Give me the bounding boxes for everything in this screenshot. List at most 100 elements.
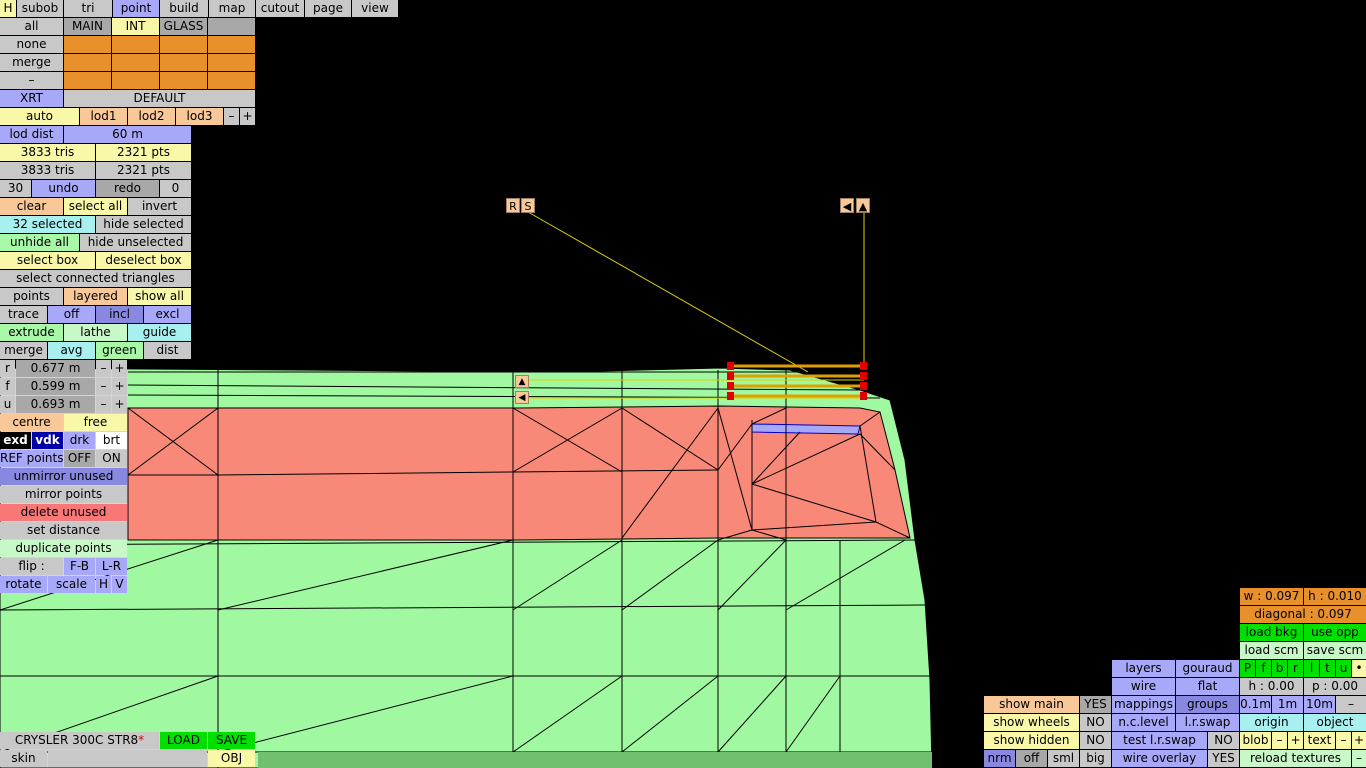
wire-overlay-button[interactable]: wire overlay	[1112, 750, 1207, 767]
merge-avg[interactable]: avg	[48, 342, 95, 359]
group-main[interactable]: MAIN	[64, 18, 111, 35]
lod1-button[interactable]: lod1	[80, 108, 127, 125]
unhide-all-button[interactable]: unhide all	[0, 234, 79, 251]
group-cell[interactable]	[64, 36, 111, 53]
lod-plus[interactable]: +	[240, 108, 255, 125]
nrm-button[interactable]: nrm	[984, 750, 1015, 767]
sml-button[interactable]: sml	[1048, 750, 1079, 767]
merge-green[interactable]: green	[96, 342, 143, 359]
view-r-button[interactable]: r	[1288, 660, 1303, 677]
load-scm-button[interactable]: load scm	[1240, 642, 1303, 659]
trace-excl[interactable]: excl	[144, 306, 191, 323]
wire-button[interactable]: wire	[1112, 678, 1175, 695]
move-left-handle[interactable]: ◀	[840, 198, 854, 213]
object-button[interactable]: object	[1304, 714, 1366, 731]
r-plus[interactable]: +	[112, 360, 127, 377]
blob-button[interactable]: blob	[1240, 732, 1271, 749]
group-cell[interactable]	[112, 54, 159, 71]
show-wheels-label[interactable]: show wheels	[984, 714, 1079, 731]
lod-dist-label[interactable]: lod dist	[0, 126, 63, 143]
flat-button[interactable]: flat	[1176, 678, 1239, 695]
group-cell[interactable]	[208, 72, 255, 89]
flip-lr[interactable]: L-R	[96, 558, 127, 575]
skin-button[interactable]: skin	[0, 750, 47, 767]
show-wheels-toggle[interactable]: NO	[1080, 714, 1111, 731]
lathe-button[interactable]: lathe	[64, 324, 127, 341]
lr-swap-button[interactable]: l.r.swap	[1176, 714, 1239, 731]
origin-button[interactable]: origin	[1240, 714, 1303, 731]
view-u-button[interactable]: u	[1336, 660, 1351, 677]
view-l-button[interactable]: l	[1304, 660, 1319, 677]
step-10m-button[interactable]: 10m	[1304, 696, 1335, 713]
merge-button[interactable]: merge	[0, 342, 47, 359]
test-lr-swap-toggle[interactable]: NO	[1208, 732, 1239, 749]
select-merge[interactable]: merge	[0, 54, 63, 71]
show-main-toggle[interactable]: YES	[1080, 696, 1111, 713]
free-button[interactable]: free	[64, 414, 127, 431]
load-button[interactable]: LOAD	[160, 732, 207, 749]
invert-button[interactable]: invert	[128, 198, 191, 215]
lod3-button[interactable]: lod3	[176, 108, 223, 125]
lod-minus[interactable]: –	[224, 108, 239, 125]
blob-plus[interactable]: +	[1288, 732, 1303, 749]
group-cell[interactable]	[112, 36, 159, 53]
group-cell[interactable]	[112, 72, 159, 89]
reload-textures-button[interactable]: reload textures	[1240, 750, 1351, 767]
hide-selected-button[interactable]: hide selected	[96, 216, 191, 233]
group-glass[interactable]: GLASS	[160, 18, 207, 35]
select-none[interactable]: none	[0, 36, 63, 53]
guide-button[interactable]: guide	[128, 324, 191, 341]
view-t-button[interactable]: t	[1320, 660, 1335, 677]
u-value[interactable]: 0.693 m	[16, 396, 95, 413]
delete-unused-button[interactable]: delete unused	[0, 504, 127, 521]
reload-minus[interactable]: –	[1352, 750, 1366, 767]
ref-off[interactable]: OFF	[64, 450, 95, 467]
clear-button[interactable]: clear	[0, 198, 63, 215]
menu-tri[interactable]: tri	[64, 0, 112, 17]
merge-dist[interactable]: dist	[144, 342, 191, 359]
rotate-handle[interactable]: R	[506, 198, 520, 213]
group-cell[interactable]	[208, 36, 255, 53]
text-button[interactable]: text	[1304, 732, 1335, 749]
group-cell[interactable]	[160, 36, 207, 53]
lod2-button[interactable]: lod2	[128, 108, 175, 125]
h-button[interactable]: H	[96, 576, 111, 593]
rotate-button[interactable]: rotate	[0, 576, 47, 593]
trace-button[interactable]: trace	[0, 306, 47, 323]
extrude-button[interactable]: extrude	[0, 324, 63, 341]
group-cell[interactable]	[64, 54, 111, 71]
text-minus[interactable]: –	[1336, 732, 1351, 749]
view-f-button[interactable]: f	[1256, 660, 1271, 677]
scale-handle[interactable]: S	[521, 198, 535, 213]
flip-fb[interactable]: F-B	[64, 558, 95, 575]
lod-auto[interactable]: auto	[0, 108, 79, 125]
menu-subob[interactable]: subob	[17, 0, 63, 17]
r-value[interactable]: 0.677 m	[16, 360, 95, 377]
show-hidden-toggle[interactable]: NO	[1080, 732, 1111, 749]
group-empty[interactable]	[208, 18, 255, 35]
trace-off[interactable]: off	[48, 306, 95, 323]
centre-button[interactable]: centre	[0, 414, 63, 431]
gouraud-button[interactable]: gouraud	[1176, 660, 1239, 677]
select-all-button[interactable]: select all	[64, 198, 127, 215]
step-01m-button[interactable]: 0.1m	[1240, 696, 1271, 713]
set-distance-button[interactable]: set distance	[0, 522, 127, 539]
group-cell[interactable]	[208, 54, 255, 71]
menu-page[interactable]: page	[305, 0, 351, 17]
layers-button[interactable]: layers	[1112, 660, 1175, 677]
undo-button[interactable]: undo	[32, 180, 95, 197]
view-p-button[interactable]: P	[1240, 660, 1255, 677]
nc-level-button[interactable]: n.c.level	[1112, 714, 1175, 731]
unmirror-unused-button[interactable]: unmirror unused	[0, 468, 127, 485]
save-button[interactable]: SAVE	[208, 732, 255, 749]
view-dot-button[interactable]: •	[1352, 660, 1366, 677]
xrt-button[interactable]: XRT	[0, 90, 63, 107]
ref-on[interactable]: ON	[96, 450, 127, 467]
menu-point[interactable]: point	[113, 0, 159, 17]
selected-count[interactable]: 32 selected	[0, 216, 95, 233]
move-up-handle[interactable]: ▲	[856, 198, 870, 213]
menu-build[interactable]: build	[160, 0, 208, 17]
show-main-label[interactable]: show main	[984, 696, 1079, 713]
group-cell[interactable]	[160, 54, 207, 71]
group-int[interactable]: INT	[112, 18, 159, 35]
